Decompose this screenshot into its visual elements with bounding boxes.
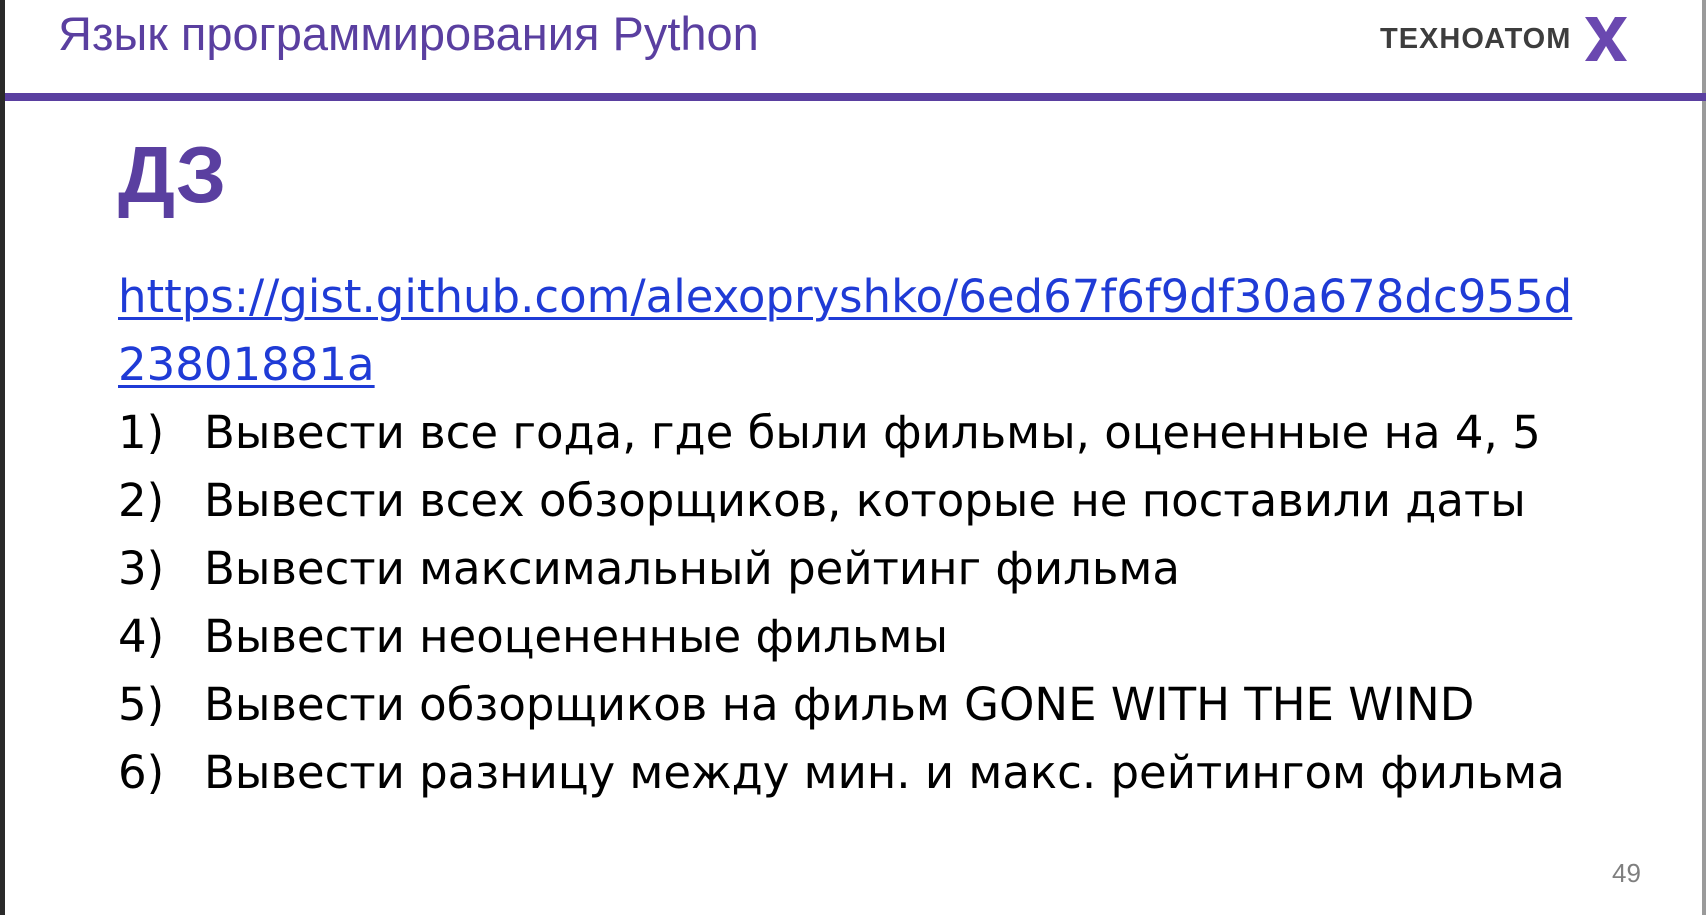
task-text: Вывести разницу между мин. и макс. рейти… xyxy=(204,746,1565,799)
task-text: Вывести все года, где были фильмы, оцене… xyxy=(204,406,1541,459)
task-list: 1) Вывести все года, где были фильмы, оц… xyxy=(118,399,1578,807)
gist-link[interactable]: https://gist.github.com/alexopryshko/6ed… xyxy=(118,263,1573,399)
task-item: 6) Вывести разницу между мин. и макс. ре… xyxy=(118,739,1578,807)
slide-right-edge xyxy=(1702,0,1706,915)
technoatom-logo: ТЕХНОАТОМ xyxy=(1380,12,1629,66)
task-item: 5) Вывести обзорщиков на фильм GONE WITH… xyxy=(118,671,1578,739)
task-item: 3) Вывести максимальный рейтинг фильма xyxy=(118,535,1578,603)
task-text: Вывести максимальный рейтинг фильма xyxy=(204,542,1180,595)
task-text: Вывести неоцененные фильмы xyxy=(204,610,949,663)
task-number: 6) xyxy=(118,746,165,799)
slide-body: https://gist.github.com/alexopryshko/6ed… xyxy=(118,263,1578,807)
header-title: Язык программирования Python xyxy=(58,7,759,60)
logo-text: ТЕХНОАТОМ xyxy=(1380,22,1572,55)
page-number: 49 xyxy=(1612,858,1641,888)
task-item: 1) Вывести все года, где были фильмы, оц… xyxy=(118,399,1578,467)
task-number: 4) xyxy=(118,610,165,663)
task-number: 1) xyxy=(118,406,165,459)
task-item: 4) Вывести неоцененные фильмы xyxy=(118,603,1578,671)
task-number: 5) xyxy=(118,678,165,731)
header-rule xyxy=(5,93,1706,101)
task-text: Вывести обзорщиков на фильм GONE WITH TH… xyxy=(204,678,1475,731)
task-item: 2) Вывести всех обзорщиков, которые не п… xyxy=(118,467,1578,535)
x-logo-icon xyxy=(1585,17,1628,61)
slide-heading: ДЗ xyxy=(118,130,227,219)
task-number: 3) xyxy=(118,542,165,595)
slide: Язык программирования Python ТЕХНОАТОМ Д… xyxy=(0,0,1706,915)
task-text: Вывести всех обзорщиков, которые не пост… xyxy=(204,474,1526,527)
task-number: 2) xyxy=(118,474,165,527)
